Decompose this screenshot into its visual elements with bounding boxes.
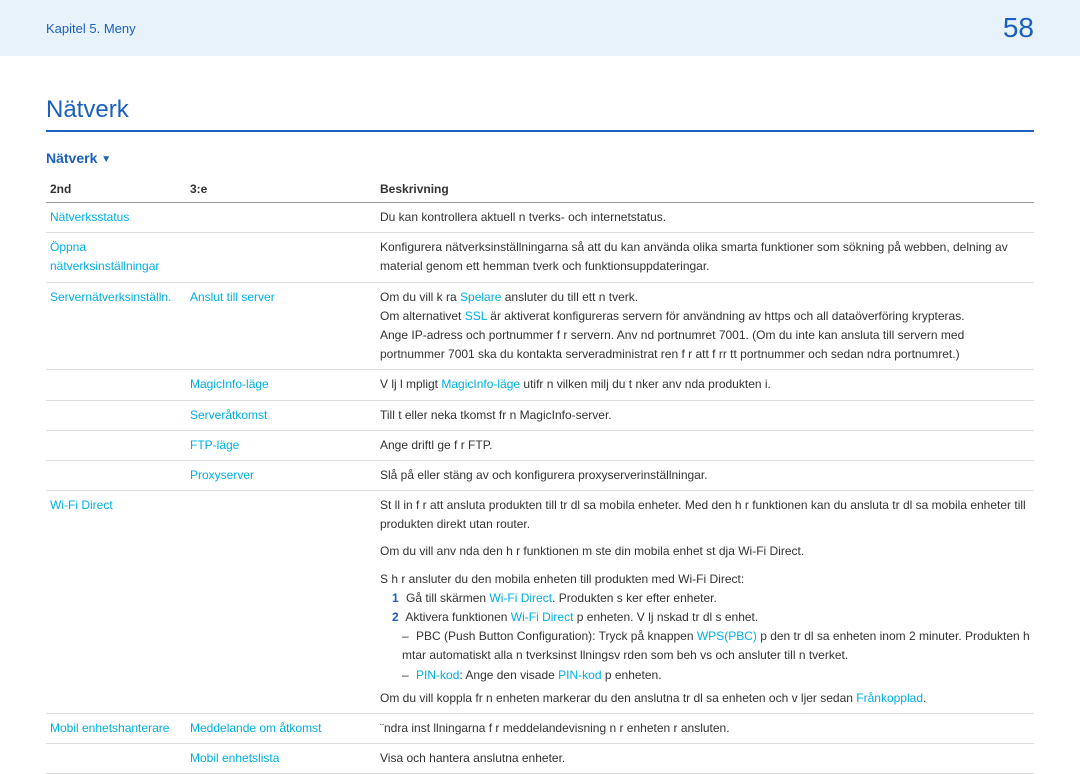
col-header-desc: Beskrivning [376,176,1034,203]
row-wifi-direct: Wi-Fi Direct [46,491,186,714]
row-serveratkomst: Serveråtkomst [186,400,376,430]
table-row: Proxyserver Slå på eller stäng av och ko… [46,460,1034,490]
row-desc: Du kan kontrollera aktuell n tverks- och… [376,203,1034,233]
section-label-text: Nätverk [46,150,97,166]
row-mobil-enhetshanterare: Mobil enhetshanterare [46,713,186,743]
table-row: Mobil enhetslista Visa och hantera anslu… [46,744,1034,774]
page-title: Nätverk [46,96,1034,132]
table-row: Serveråtkomst Till t eller neka tkomst f… [46,400,1034,430]
row-magicinfo-lage: MagicInfo-läge [186,370,376,400]
table-row: MagicInfo-läge V lj l mpligt MagicInfo-l… [46,370,1034,400]
page-number: 58 [1003,12,1034,44]
col-header-2nd: 2nd [46,176,186,203]
triangle-down-icon: ▼ [101,154,111,165]
table-row: Servernätverksinställn. Anslut till serv… [46,282,1034,370]
table-row: Mobil enhetshanterare Meddelande om åtko… [46,713,1034,743]
row-desc: Konfigurera nätverksinställningarna så a… [376,233,1034,282]
table-row: FTP-läge Ange driftl ge f r FTP. [46,430,1034,460]
row-desc: Till t eller neka tkomst fr n MagicInfo-… [376,400,1034,430]
table-row: Wi-Fi Direct St ll in f r att ansluta pr… [46,491,1034,714]
table-row: Nätverksstatus Du kan kontrollera aktuel… [46,203,1034,233]
row-oppna: Öppna nätverksinställningar [46,233,186,282]
row-desc: V lj l mpligt MagicInfo-läge utifr n vil… [376,370,1034,400]
row-natverksstatus: Nätverksstatus [46,203,186,233]
page-header: Kapitel 5. Meny 58 [0,0,1080,56]
settings-table: 2nd 3:e Beskrivning Nätverksstatus Du ka… [46,176,1034,774]
table-header-row: 2nd 3:e Beskrivning [46,176,1034,203]
row-desc: St ll in f r att ansluta produkten till … [376,491,1034,714]
row-anslut-server: Anslut till server [186,282,376,370]
section-label: Nätverk ▼ [46,150,1034,166]
row-desc: Visa och hantera anslutna enheter. [376,744,1034,774]
row-desc: Slå på eller stäng av och konfigurera pr… [376,460,1034,490]
page-content: Nätverk Nätverk ▼ 2nd 3:e Beskrivning Nä… [0,56,1080,774]
row-desc: Ange driftl ge f r FTP. [376,430,1034,460]
row-desc: ¨ndra inst llningarna f r meddelandevisn… [376,713,1034,743]
col-header-3e: 3:e [186,176,376,203]
row-desc: Om du vill k ra Spelare ansluter du till… [376,282,1034,370]
table-row: Öppna nätverksinställningar Konfigurera … [46,233,1034,282]
row-mobil-enhetslista: Mobil enhetslista [186,744,376,774]
row-meddelande-atkomst: Meddelande om åtkomst [186,713,376,743]
row-ftp-lage: FTP-läge [186,430,376,460]
row-proxyserver: Proxyserver [186,460,376,490]
row-servernatverk: Servernätverksinställn. [46,282,186,370]
chapter-title: Kapitel 5. Meny [46,21,136,36]
